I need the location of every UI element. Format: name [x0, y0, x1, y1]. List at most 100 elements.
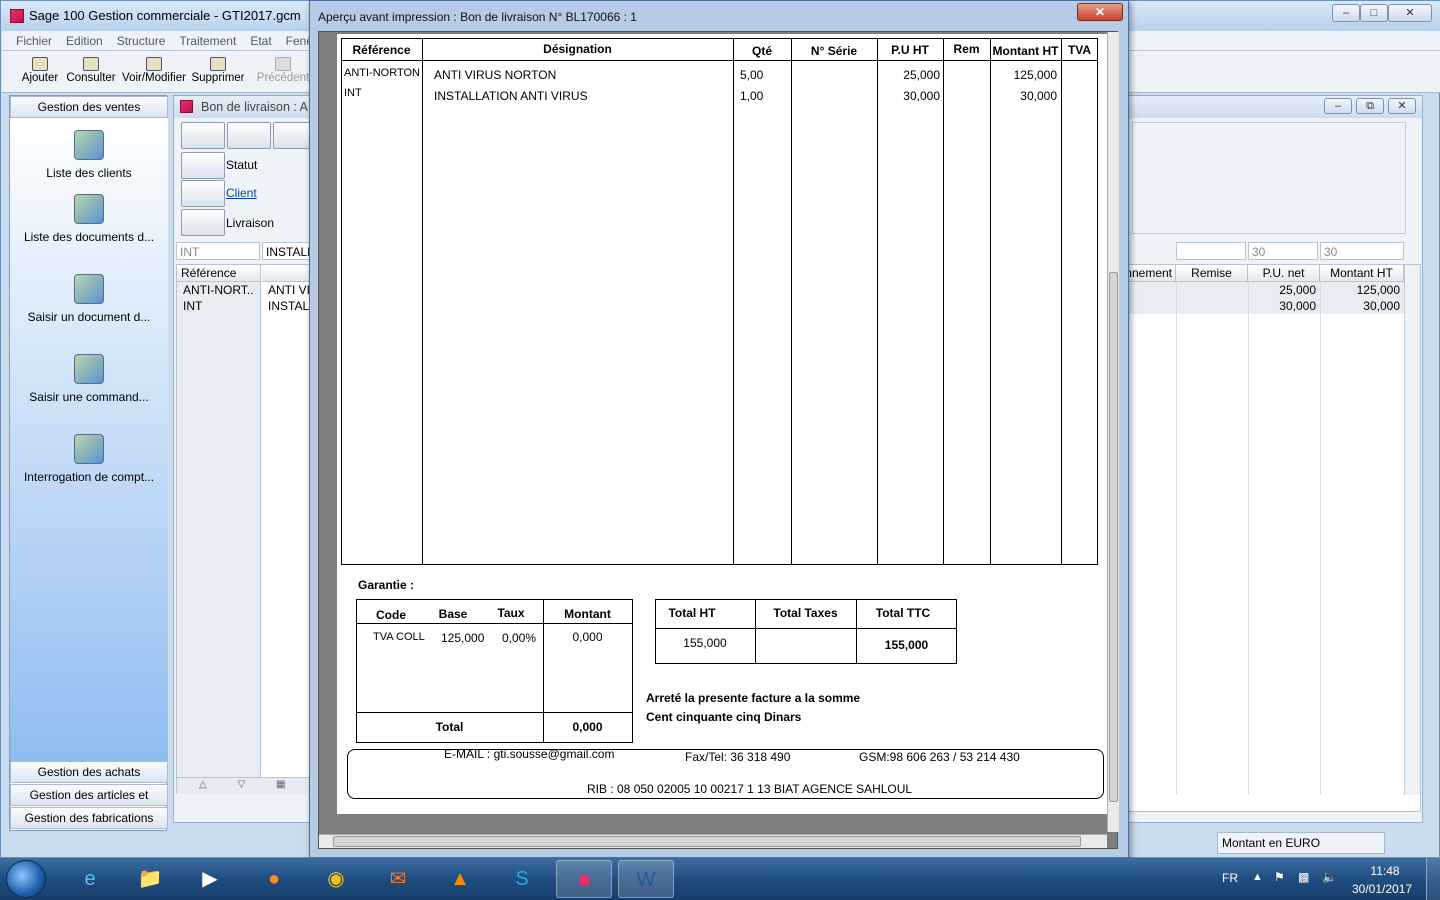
doc-close-button[interactable]: ✕	[1388, 98, 1416, 114]
pu-net-column-header[interactable]: P.U. net	[1248, 265, 1320, 282]
saisir-commande-item[interactable]: Saisir une command...	[10, 354, 168, 404]
sage-taskbar-icon[interactable]: ■	[556, 860, 612, 898]
left-grid-scroll-arrows[interactable]: △ ▽ ▦	[177, 777, 311, 794]
skype-icon[interactable]: S	[494, 860, 550, 898]
gestion-articles-header[interactable]: Gestion des articles et stocks	[10, 784, 168, 822]
pu-net-input[interactable]: 30	[1248, 242, 1318, 260]
documents-icon	[74, 194, 104, 224]
liste-documents-item[interactable]: Liste des documents d...	[10, 194, 168, 244]
network-icon[interactable]: ▩	[1298, 870, 1309, 884]
start-button[interactable]	[6, 860, 46, 898]
account-query-icon	[74, 434, 104, 464]
remise-column-header[interactable]: Remise	[1176, 265, 1248, 282]
doc-action-2-button[interactable]	[227, 122, 271, 149]
gestion-ventes-header[interactable]: Gestion des ventes	[10, 96, 168, 118]
total-ttc-value: 155,000	[884, 638, 929, 652]
ajouter-button[interactable]: Ajouter	[18, 55, 62, 89]
preview-vscroll-thumb[interactable]	[1109, 272, 1118, 802]
table-row: 125,000	[1013, 68, 1057, 82]
table-row[interactable]: 125,000	[1324, 283, 1400, 297]
livraison-label: Livraison	[226, 216, 275, 230]
menu-edition[interactable]: Edition	[59, 31, 110, 48]
doc-action-1-button[interactable]	[181, 122, 225, 149]
firefox-icon[interactable]: ●	[246, 860, 302, 898]
precedent-button[interactable]: Précédent	[256, 55, 310, 89]
garantie-label: Garantie :	[358, 578, 415, 592]
doc-minimize-button[interactable]: –	[1324, 98, 1352, 114]
media-player-icon[interactable]: ▶	[182, 860, 238, 898]
navigation-panel: Gestion des ventes Liste des clients Lis…	[9, 95, 168, 831]
code-header: Code	[376, 608, 406, 622]
base-header: Base	[438, 607, 468, 621]
maximize-button[interactable]: □	[1360, 4, 1388, 22]
right-grid-vscroll[interactable]	[1404, 265, 1420, 795]
liste-clients-item[interactable]: Liste des clients	[10, 130, 168, 180]
table-row: 1,00	[740, 89, 764, 103]
line-designation-input[interactable]: INSTALL	[262, 242, 312, 260]
menu-etat[interactable]: Etat	[243, 31, 278, 48]
client-link[interactable]: Client	[226, 186, 257, 200]
tax-total-value: 0,000	[572, 720, 603, 734]
preview-close-button[interactable]: ✕	[1077, 3, 1123, 21]
clock-date[interactable]: 30/01/2017	[1352, 882, 1412, 896]
order-icon	[74, 354, 104, 384]
show-desktop-button[interactable]	[1426, 858, 1440, 900]
show-hidden-icons[interactable]: ▲	[1252, 871, 1263, 883]
menu-structure[interactable]: Structure	[110, 31, 173, 48]
tax-header-line	[356, 623, 633, 624]
menu-traitement[interactable]: Traitement	[172, 31, 243, 48]
vlc-icon[interactable]: ▲	[432, 860, 488, 898]
table-row[interactable]: 30,000	[1324, 299, 1400, 313]
doc-restore-button[interactable]: ⧉	[1356, 98, 1384, 114]
volume-icon[interactable]: 🔈	[1322, 870, 1337, 884]
clients-icon	[74, 130, 104, 160]
table-row: 25,000	[903, 68, 940, 82]
print-preview-dialog: Aperçu avant impression : Bon de livrais…	[309, 0, 1129, 858]
montant-tax-header: Montant	[564, 607, 611, 621]
saisir-document-item[interactable]: Saisir un document d...	[10, 274, 168, 324]
line-ref-input[interactable]: INT	[176, 242, 260, 260]
bon-livraison-title: Bon de livraison : A f	[201, 100, 315, 114]
client-button[interactable]	[181, 180, 225, 207]
gestion-achats-header[interactable]: Gestion des achats	[10, 761, 168, 783]
table-row[interactable]: ANTI-NORT..	[183, 283, 253, 297]
table-row: INT	[344, 87, 362, 99]
table-row[interactable]: 30,000	[1252, 299, 1316, 313]
preview-horizontal-scrollbar[interactable]	[319, 834, 1107, 848]
ref-article-column-header[interactable]: Référence arti...	[177, 265, 261, 294]
gestion-fabrications-header[interactable]: Gestion des fabrications	[10, 807, 168, 829]
preview-vertical-scrollbar[interactable]	[1107, 32, 1119, 832]
word-icon[interactable]: W	[618, 860, 674, 898]
montant-ht-column-header[interactable]: Montant HT	[1320, 265, 1404, 282]
sage-app-icon	[10, 9, 24, 23]
tax-montant-value: 0,000	[572, 630, 603, 644]
close-button[interactable]: ✕	[1388, 4, 1432, 22]
currency-status: Montant en EURO	[1217, 832, 1385, 854]
livraison-button[interactable]	[181, 209, 225, 236]
consulter-button[interactable]: Consulter	[64, 55, 118, 89]
menu-fichier[interactable]: Fichier	[2, 31, 59, 48]
add-icon	[32, 57, 48, 71]
statut-button[interactable]	[181, 152, 225, 179]
designation-column-header[interactable]	[262, 265, 310, 282]
minimize-button[interactable]: –	[1332, 4, 1360, 22]
file-explorer-icon[interactable]: 📁	[122, 860, 178, 898]
preview-hscroll-thumb[interactable]	[333, 836, 1081, 847]
table-row[interactable]: INT	[183, 299, 202, 313]
supprimer-button[interactable]: Supprimer	[190, 55, 246, 89]
clock-time[interactable]: 11:48	[1358, 864, 1412, 878]
chrome-icon[interactable]: ◉	[308, 860, 364, 898]
remise-input[interactable]	[1176, 242, 1246, 260]
internet-explorer-icon[interactable]: e	[62, 860, 118, 898]
total-ht-header: Total HT	[668, 606, 716, 620]
table-row[interactable]: 25,000	[1252, 283, 1316, 297]
mail-icon[interactable]: ✉	[370, 860, 426, 898]
interrogation-compte-item[interactable]: Interrogation de compt...	[10, 434, 168, 484]
statut-label: Statut	[226, 158, 258, 172]
col-divider	[1176, 282, 1177, 794]
language-indicator[interactable]: FR	[1222, 871, 1238, 885]
action-center-icon[interactable]: ⚑	[1274, 870, 1285, 884]
montant-input[interactable]: 30	[1320, 242, 1404, 260]
lines-table	[341, 38, 1098, 565]
voir-modifier-button[interactable]: Voir/Modifier	[120, 55, 188, 89]
